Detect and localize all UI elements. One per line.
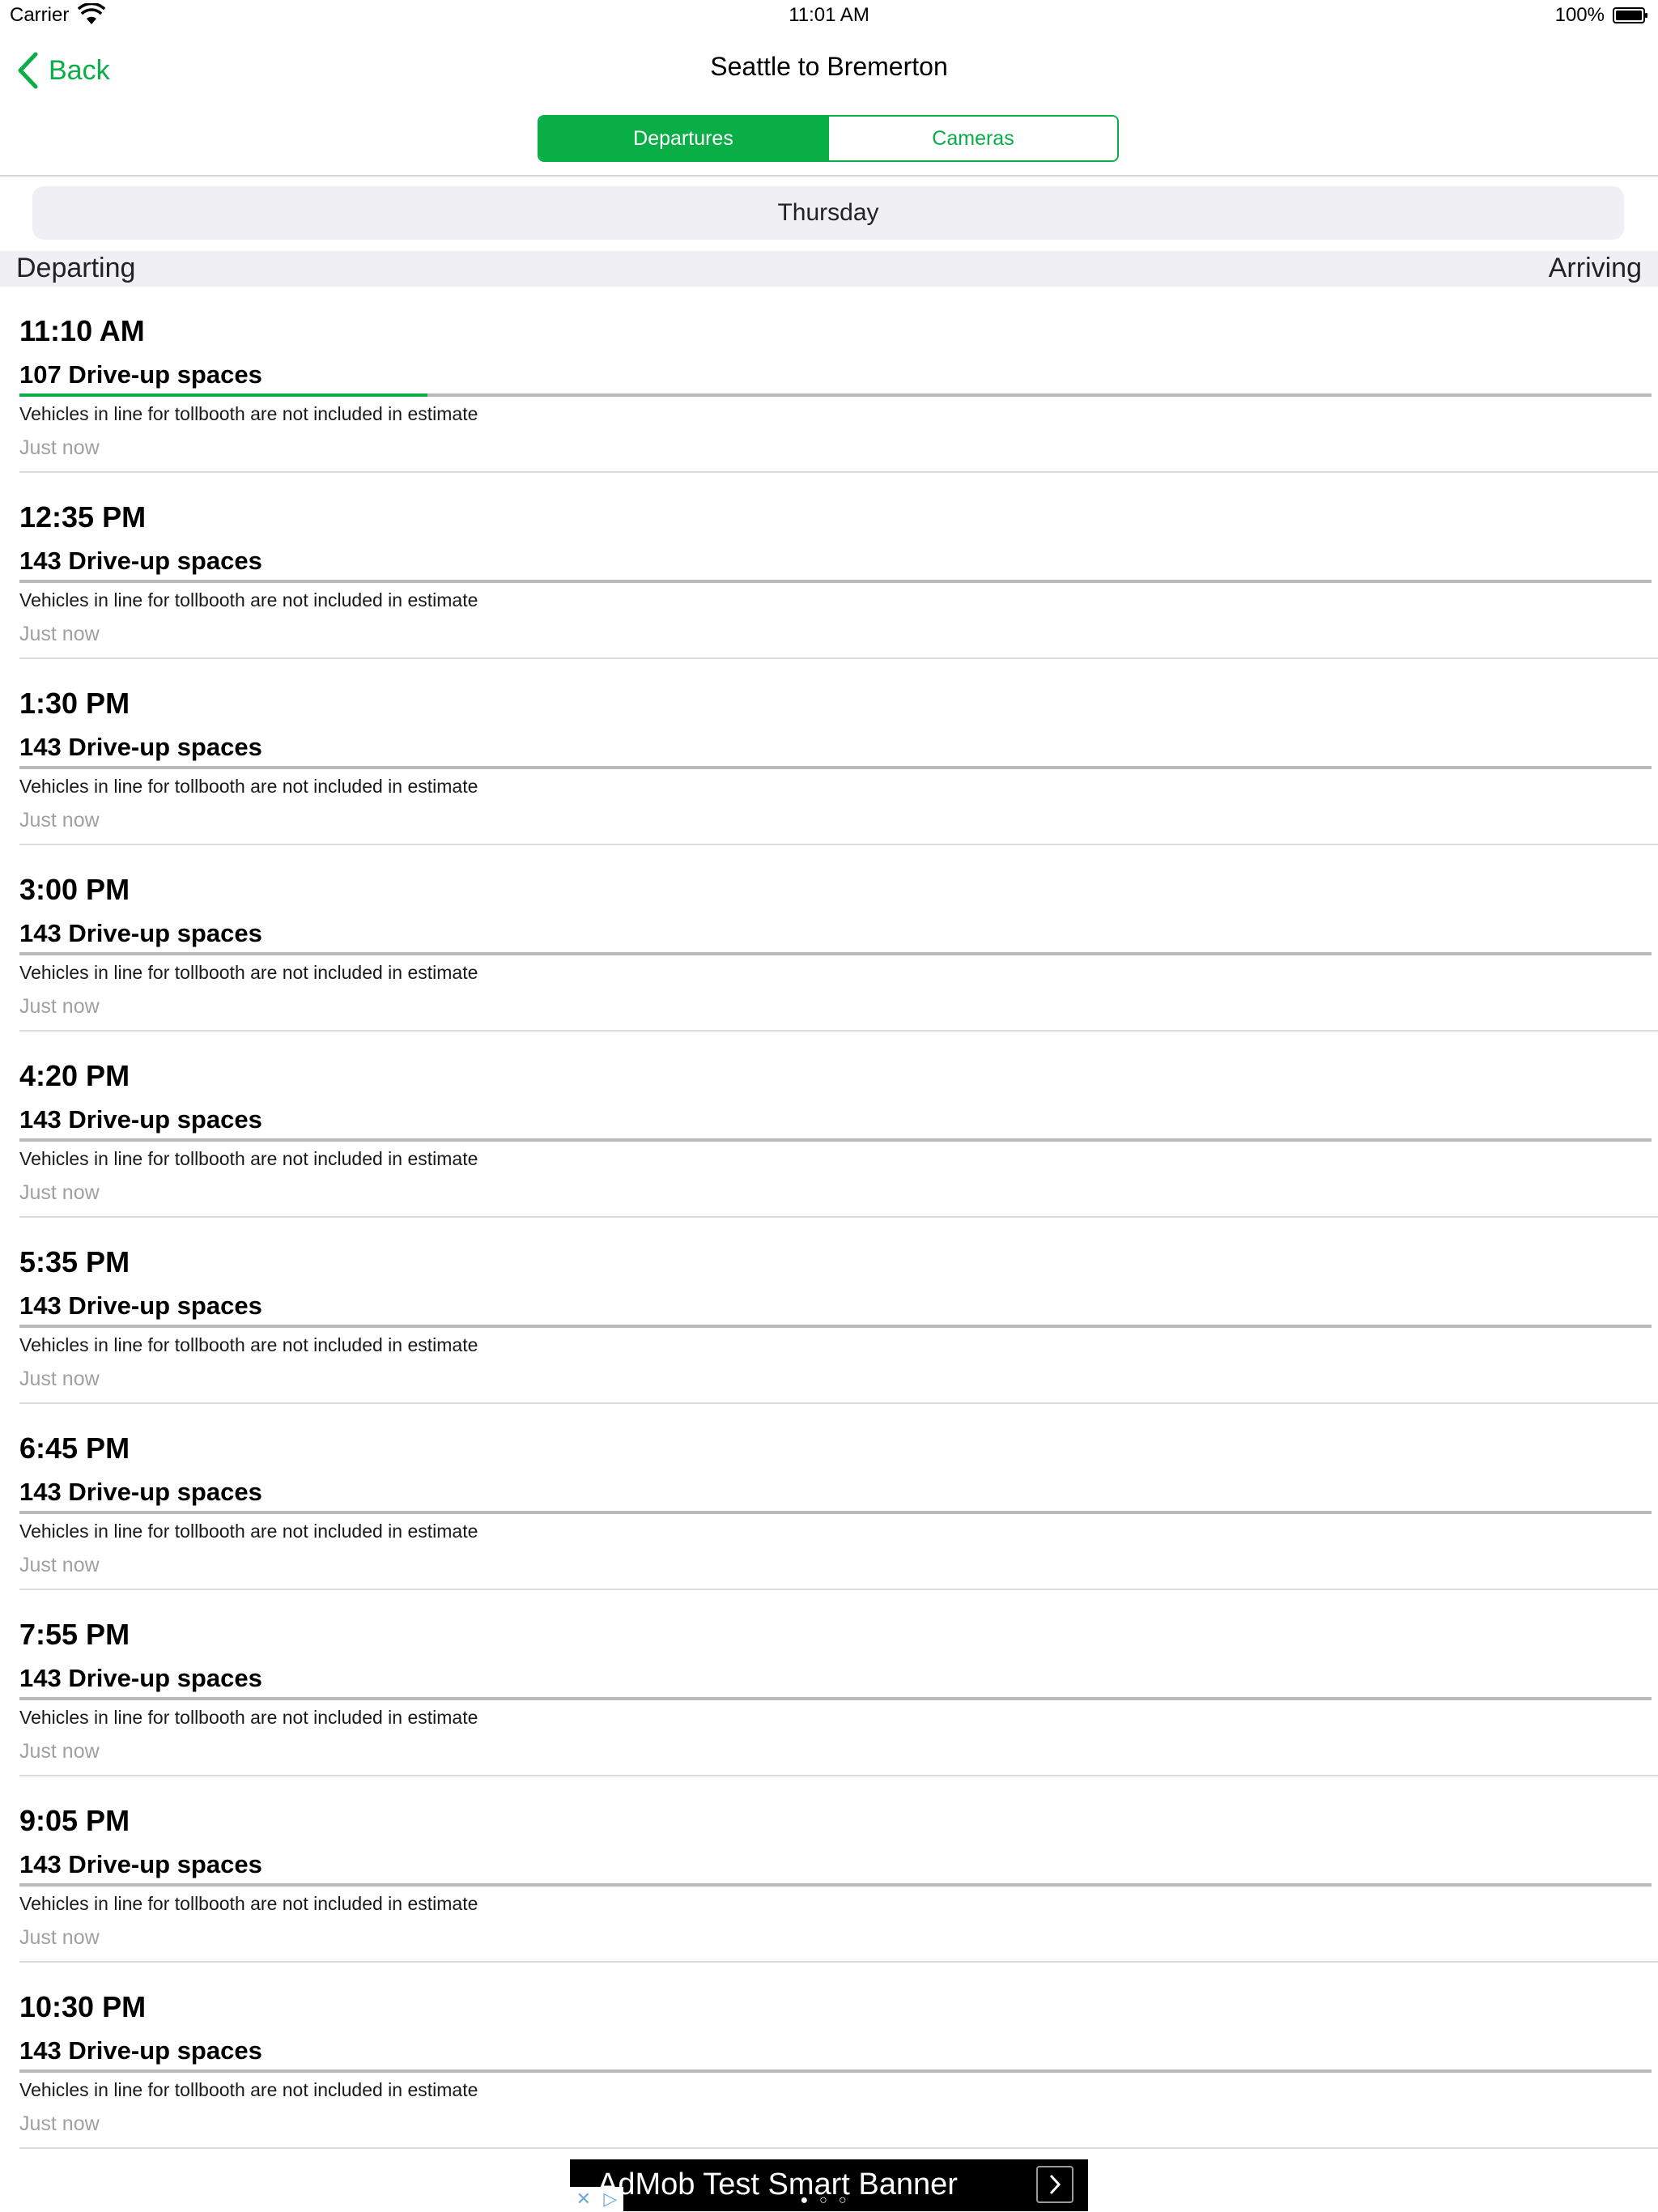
capacity-bar xyxy=(19,393,1652,397)
status-time: 11:01 AM xyxy=(789,4,869,26)
ad-banner[interactable]: AdMob Test Smart Banner ●○○ ✕ ▷ xyxy=(570,2159,1088,2211)
capacity-fill xyxy=(19,393,427,397)
drive-up-spaces: 107 Drive-up spaces xyxy=(19,360,262,389)
capacity-bar xyxy=(19,580,1652,583)
tollbooth-note: Vehicles in line for tollbooth are not i… xyxy=(19,776,478,797)
tollbooth-note: Vehicles in line for tollbooth are not i… xyxy=(19,403,478,424)
ad-page-dots: ●○○ xyxy=(800,2193,858,2207)
departure-time: 11:10 AM xyxy=(19,314,145,347)
departure-time: 7:55 PM xyxy=(19,1618,130,1651)
sailing-row[interactable]: 10:30 PM 143 Drive-up spaces Vehicles in… xyxy=(0,1963,1658,2149)
updated-time: Just now xyxy=(19,436,100,459)
updated-time: Just now xyxy=(19,1554,100,1576)
tab-cameras[interactable]: Cameras xyxy=(827,117,1117,160)
tollbooth-note: Vehicles in line for tollbooth are not i… xyxy=(19,1707,478,1728)
battery-icon xyxy=(1613,7,1647,23)
departure-time: 12:35 PM xyxy=(19,500,147,534)
tollbooth-note: Vehicles in line for tollbooth are not i… xyxy=(19,1893,478,1914)
drive-up-spaces: 143 Drive-up spaces xyxy=(19,547,262,575)
arriving-label: Arriving xyxy=(1548,253,1642,283)
sailing-row[interactable]: 6:45 PM 143 Drive-up spaces Vehicles in … xyxy=(0,1404,1658,1590)
tollbooth-note: Vehicles in line for tollbooth are not i… xyxy=(19,962,478,983)
departure-time: 10:30 PM xyxy=(19,1990,147,2023)
sailing-row[interactable]: 7:55 PM 143 Drive-up spaces Vehicles in … xyxy=(0,1590,1658,1776)
status-bar: Carrier 11:01 AM 100% xyxy=(0,0,1658,32)
capacity-bar xyxy=(19,952,1652,955)
updated-time: Just now xyxy=(19,1368,100,1390)
updated-time: Just now xyxy=(19,995,100,1018)
day-label: Thursday xyxy=(777,199,879,226)
sailing-row[interactable]: 4:20 PM 143 Drive-up spaces Vehicles in … xyxy=(0,1032,1658,1218)
sailing-row[interactable]: 12:35 PM 143 Drive-up spaces Vehicles in… xyxy=(0,473,1658,659)
page-title: Seattle to Bremerton xyxy=(710,52,948,81)
day-selector[interactable]: Thursday xyxy=(32,186,1624,240)
sailing-row[interactable]: 11:10 AM 107 Drive-up spaces Vehicles in… xyxy=(0,287,1658,473)
tollbooth-note: Vehicles in line for tollbooth are not i… xyxy=(19,1521,478,1542)
header-divider xyxy=(0,175,1658,177)
updated-time: Just now xyxy=(19,2112,100,2135)
capacity-bar xyxy=(19,1883,1652,1887)
column-header: Departing Arriving xyxy=(0,251,1658,287)
departure-time: 6:45 PM xyxy=(19,1431,130,1465)
battery-percent: 100% xyxy=(1554,4,1605,26)
drive-up-spaces: 143 Drive-up spaces xyxy=(19,919,262,947)
sailing-row[interactable]: 3:00 PM 143 Drive-up spaces Vehicles in … xyxy=(0,845,1658,1032)
drive-up-spaces: 143 Drive-up spaces xyxy=(19,733,262,761)
capacity-bar xyxy=(19,2069,1652,2073)
close-icon[interactable]: ✕ xyxy=(576,2189,591,2210)
tollbooth-note: Vehicles in line for tollbooth are not i… xyxy=(19,589,478,610)
tollbooth-note: Vehicles in line for tollbooth are not i… xyxy=(19,1334,478,1355)
updated-time: Just now xyxy=(19,1740,100,1763)
drive-up-spaces: 143 Drive-up spaces xyxy=(19,1478,262,1506)
drive-up-spaces: 143 Drive-up spaces xyxy=(19,1291,262,1320)
row-divider xyxy=(19,2147,1658,2149)
segmented-control: Departures Cameras xyxy=(538,115,1119,162)
drive-up-spaces: 143 Drive-up spaces xyxy=(19,1664,262,1692)
capacity-bar xyxy=(19,766,1652,769)
drive-up-spaces: 143 Drive-up spaces xyxy=(19,1105,262,1134)
sailing-row[interactable]: 9:05 PM 143 Drive-up spaces Vehicles in … xyxy=(0,1776,1658,1963)
sailing-row[interactable]: 1:30 PM 143 Drive-up spaces Vehicles in … xyxy=(0,659,1658,845)
updated-time: Just now xyxy=(19,809,100,832)
sailings-list: 11:10 AM 107 Drive-up spaces Vehicles in… xyxy=(0,287,1658,2149)
capacity-bar xyxy=(19,1325,1652,1328)
tab-departures[interactable]: Departures xyxy=(539,117,827,160)
capacity-bar xyxy=(19,1138,1652,1142)
play-icon: ▷ xyxy=(603,2189,618,2209)
tollbooth-note: Vehicles in line for tollbooth are not i… xyxy=(19,2079,478,2100)
departure-time: 9:05 PM xyxy=(19,1804,130,1837)
departure-time: 4:20 PM xyxy=(19,1059,130,1092)
adchoices-icon[interactable]: ✕ ▷ xyxy=(570,2187,623,2211)
capacity-bar xyxy=(19,1511,1652,1514)
capacity-bar xyxy=(19,1697,1652,1700)
updated-time: Just now xyxy=(19,1926,100,1949)
updated-time: Just now xyxy=(19,1181,100,1204)
tollbooth-note: Vehicles in line for tollbooth are not i… xyxy=(19,1148,478,1169)
navigation-bar: Back Seattle to Bremerton xyxy=(0,32,1658,104)
updated-time: Just now xyxy=(19,623,100,645)
departing-label: Departing xyxy=(16,253,136,283)
departure-time: 1:30 PM xyxy=(19,687,130,720)
departure-time: 5:35 PM xyxy=(19,1245,130,1278)
sailing-row[interactable]: 5:35 PM 143 Drive-up spaces Vehicles in … xyxy=(0,1218,1658,1404)
drive-up-spaces: 143 Drive-up spaces xyxy=(19,1850,262,1878)
drive-up-spaces: 143 Drive-up spaces xyxy=(19,2036,262,2065)
departure-time: 3:00 PM xyxy=(19,873,130,906)
